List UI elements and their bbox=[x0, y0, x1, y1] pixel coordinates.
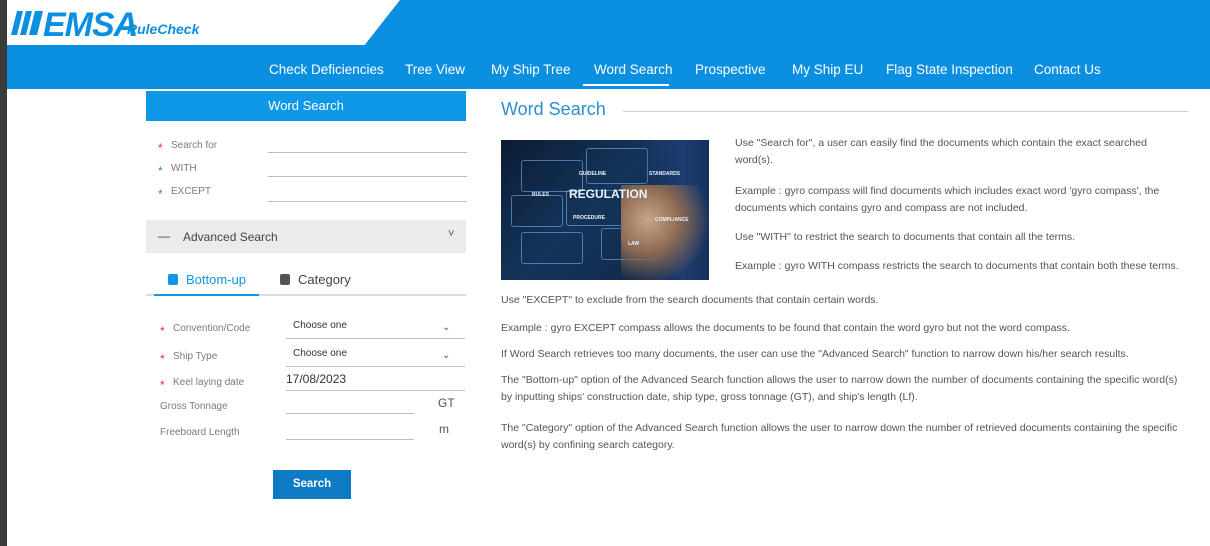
select-underline bbox=[286, 338, 465, 339]
image-label: COMPLIANCE bbox=[655, 217, 689, 223]
except-input[interactable] bbox=[268, 201, 467, 202]
convention-code-label: Convention/Code bbox=[173, 323, 251, 334]
ship-type-label: Ship Type bbox=[173, 351, 218, 362]
advanced-search-toggle[interactable]: — Advanced Search ˅ bbox=[146, 220, 466, 253]
required-star: * bbox=[160, 324, 165, 338]
paragraph: Example : gyro compass will find documen… bbox=[735, 185, 1160, 214]
nav-check-deficiencies[interactable]: Check Deficiencies bbox=[269, 62, 384, 77]
optional-star: * bbox=[158, 164, 163, 178]
paragraph: Use "Search for", a user can easily find… bbox=[735, 137, 1147, 166]
gross-tonnage-label: Gross Tonnage bbox=[160, 401, 228, 412]
freeboard-length-label: Freeboard Length bbox=[160, 427, 240, 438]
nav-active-indicator bbox=[583, 84, 669, 86]
freeboard-length-input[interactable] bbox=[286, 439, 414, 440]
search-for-input[interactable] bbox=[268, 152, 467, 153]
image-label: LAW bbox=[628, 241, 640, 247]
image-label: STANDARDS bbox=[649, 171, 681, 177]
logo-text: EMSA bbox=[43, 6, 138, 44]
m-unit: m bbox=[439, 422, 449, 436]
gt-unit: GT bbox=[438, 396, 455, 410]
advanced-search-label: Advanced Search bbox=[183, 230, 278, 244]
nav-my-ship-tree[interactable]: My Ship Tree bbox=[491, 62, 571, 77]
search-for-label: Search for bbox=[171, 140, 218, 151]
image-label: RULES bbox=[532, 192, 549, 198]
image-label: REGULATION bbox=[569, 187, 648, 201]
tab-active-indicator bbox=[154, 294, 259, 296]
chevron-down-icon: ⌄ bbox=[442, 350, 451, 361]
sidebar-title: Word Search bbox=[146, 91, 466, 121]
tab-label: Category bbox=[298, 272, 351, 287]
image-label: GUIDELINE bbox=[579, 171, 607, 177]
required-star: * bbox=[160, 352, 165, 366]
tab-bottom-up[interactable]: Bottom-up bbox=[168, 272, 246, 287]
with-label: WITH bbox=[171, 163, 197, 174]
header-bar: EMSA RuleCheck Check Deficiencies Tree V… bbox=[7, 0, 1210, 89]
tab-category[interactable]: Category bbox=[280, 272, 351, 287]
paragraph: Example : gyro WITH compass restricts th… bbox=[735, 260, 1179, 272]
with-input[interactable] bbox=[268, 176, 467, 177]
nav-contact-us[interactable]: Contact Us bbox=[1034, 62, 1101, 77]
chevron-down-icon: ˅ bbox=[448, 228, 455, 240]
collapse-icon: — bbox=[158, 229, 170, 243]
logo-stripes-icon bbox=[11, 11, 43, 35]
document-icon bbox=[168, 274, 178, 285]
gross-tonnage-input[interactable] bbox=[286, 413, 414, 414]
nav-my-ship-eu[interactable]: My Ship EU bbox=[792, 62, 863, 77]
select-underline bbox=[286, 366, 465, 367]
tab-label: Bottom-up bbox=[186, 272, 246, 287]
nav-tree-view[interactable]: Tree View bbox=[405, 62, 465, 77]
keel-date-input[interactable]: 17/08/2023 bbox=[286, 372, 346, 386]
paragraph: Use "WITH" to restrict the search to doc… bbox=[735, 231, 1076, 243]
paragraph: If Word Search retrieves too many docume… bbox=[501, 348, 1129, 360]
nav-flag-state-inspection[interactable]: Flag State Inspection bbox=[886, 62, 1013, 77]
image-label: PROCEDURE bbox=[573, 215, 605, 221]
optional-star: * bbox=[158, 187, 163, 201]
regulation-image: GUIDELINE STANDARDS RULES REGULATION PRO… bbox=[501, 140, 709, 280]
nav-prospective[interactable]: Prospective bbox=[695, 62, 766, 77]
window-frame bbox=[0, 0, 7, 546]
title-divider bbox=[623, 111, 1188, 112]
paragraph: Example : gyro EXCEPT compass allows the… bbox=[501, 322, 1070, 334]
required-star: * bbox=[160, 378, 165, 392]
except-label: EXCEPT bbox=[171, 186, 212, 197]
nav-word-search[interactable]: Word Search bbox=[594, 62, 673, 77]
keel-date-label: Keel laying date bbox=[173, 377, 245, 388]
required-star: * bbox=[158, 141, 163, 155]
document-icon bbox=[280, 274, 290, 285]
page-title: Word Search bbox=[501, 99, 606, 119]
paragraph: Use "EXCEPT" to exclude from the search … bbox=[501, 294, 879, 306]
search-button[interactable]: Search bbox=[273, 470, 351, 499]
select-value: Choose one bbox=[293, 320, 347, 331]
select-value: Choose one bbox=[293, 348, 347, 359]
paragraph: The "Bottom-up" option of the Advanced S… bbox=[501, 374, 1178, 403]
logo[interactable]: EMSA RuleCheck bbox=[7, 0, 400, 45]
chevron-down-icon: ⌄ bbox=[442, 322, 451, 333]
keel-date-underline bbox=[286, 390, 465, 391]
logo-subtitle: RuleCheck bbox=[127, 21, 200, 37]
paragraph: The "Category" option of the Advanced Se… bbox=[501, 422, 1178, 451]
